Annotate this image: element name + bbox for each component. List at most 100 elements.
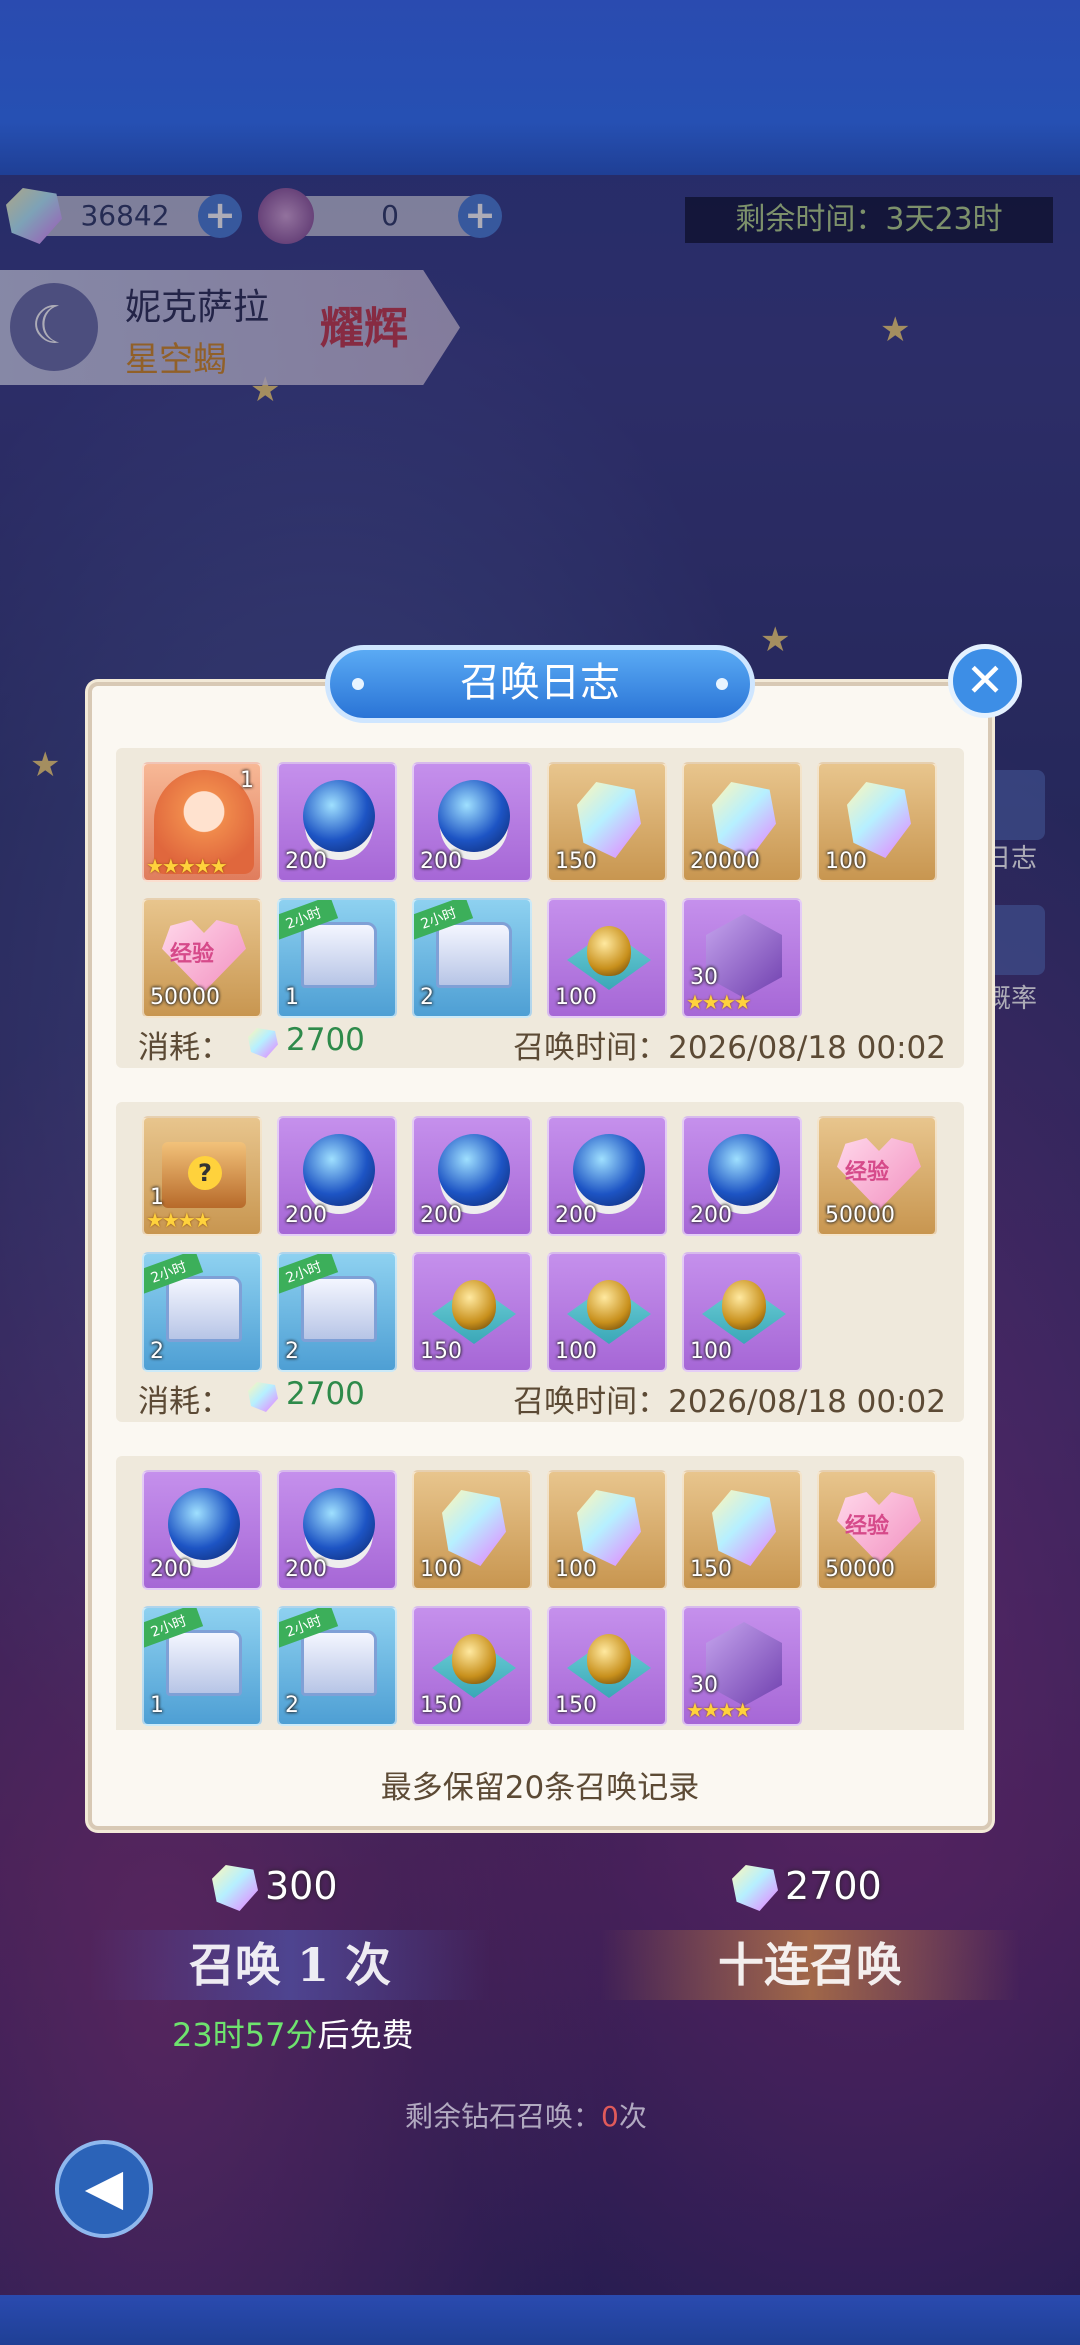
- star-rating: ★★★★★: [146, 854, 228, 878]
- top-band: [0, 0, 1080, 175]
- reward-item[interactable]: 200: [412, 762, 532, 882]
- item-quantity: 50000: [825, 1557, 895, 1582]
- remaining-value: 0: [601, 2100, 619, 2133]
- star-orb-icon: [303, 1488, 375, 1560]
- reward-item[interactable]: 经验 50000: [817, 1116, 937, 1236]
- reward-item[interactable]: 200: [547, 1116, 667, 1236]
- item-quantity: 200: [285, 1557, 327, 1582]
- item-quantity: 100: [825, 849, 867, 874]
- reward-item[interactable]: 2小时 2: [277, 1252, 397, 1372]
- item-quantity: 30: [690, 965, 718, 990]
- remaining-summons: 剩余钻石召唤：0次: [405, 2095, 647, 2135]
- item-quantity: 100: [555, 985, 597, 1010]
- reward-item[interactable]: 200: [277, 762, 397, 882]
- star-orb-icon: [438, 1134, 510, 1206]
- treasure-chest-icon: [301, 922, 377, 988]
- star-orb-icon: [708, 1134, 780, 1206]
- golden-egg-icon: [587, 1634, 631, 1684]
- exp-label: 经验: [845, 1160, 890, 1185]
- item-quantity: 50000: [150, 985, 220, 1010]
- reward-item[interactable]: 100: [817, 762, 937, 882]
- reward-item[interactable]: 200: [412, 1116, 532, 1236]
- reward-item[interactable]: 150: [547, 1606, 667, 1726]
- reward-item[interactable]: 200: [142, 1470, 262, 1590]
- item-quantity: 1: [150, 1693, 164, 1718]
- reward-item[interactable]: 200: [277, 1116, 397, 1236]
- title-ornament: [716, 678, 728, 690]
- treasure-chest-icon: [301, 1630, 377, 1696]
- reward-item[interactable]: 2小时 2: [277, 1606, 397, 1726]
- single-summon-button[interactable]: 召唤 1 次: [90, 1930, 490, 2000]
- reward-item[interactable]: 2小时 2: [142, 1252, 262, 1372]
- item-quantity: 2: [285, 1693, 299, 1718]
- golden-egg-icon: [587, 926, 631, 976]
- reward-item[interactable]: 100: [547, 898, 667, 1018]
- reward-item[interactable]: 150: [412, 1252, 532, 1372]
- item-quantity: 200: [555, 1203, 597, 1228]
- cost-label: 消耗：: [138, 1030, 231, 1066]
- golden-egg-icon: [722, 1280, 766, 1330]
- reward-item[interactable]: 200: [277, 1470, 397, 1590]
- crystal-icon: [577, 782, 641, 858]
- cost-value: 2700: [286, 1376, 365, 1412]
- star-orb-icon: [168, 1488, 240, 1560]
- item-quantity: 200: [420, 1203, 462, 1228]
- item-quantity: 1: [240, 768, 254, 793]
- golden-egg-icon: [452, 1280, 496, 1330]
- gem-icon: [248, 1382, 278, 1412]
- reward-item[interactable]: 150: [682, 1470, 802, 1590]
- reward-item[interactable]: 经验 50000: [817, 1470, 937, 1590]
- reward-item[interactable]: 1 ★★★★★: [142, 762, 262, 882]
- treasure-chest-icon: [166, 1630, 242, 1696]
- retention-note: 最多保留20条召唤记录: [380, 1770, 700, 1806]
- item-quantity: 2: [285, 1339, 299, 1364]
- log-entry: 200 200 100 100 150 经验 50000 2小时 1 2小时 2 150 150 30 ★★…: [116, 1456, 964, 1730]
- item-quantity: 200: [690, 1203, 732, 1228]
- item-quantity: 1: [285, 985, 299, 1010]
- remaining-unit: 次: [618, 2100, 647, 2133]
- ten-summon-button[interactable]: 十连召唤: [600, 1930, 1020, 2000]
- reward-item[interactable]: 150: [547, 762, 667, 882]
- reward-item[interactable]: ? 1 ★★★★: [142, 1116, 262, 1236]
- back-arrow-icon[interactable]: ◀: [55, 2140, 153, 2238]
- item-quantity: 20000: [690, 849, 760, 874]
- reward-item[interactable]: 经验 50000: [142, 898, 262, 1018]
- reward-item[interactable]: 100: [547, 1252, 667, 1372]
- reward-item[interactable]: 2小时 2: [412, 898, 532, 1018]
- star-rating: ★★★★: [686, 990, 752, 1014]
- star-orb-icon: [303, 1134, 375, 1206]
- free-suffix: 后免费: [317, 2016, 414, 2054]
- reward-item[interactable]: 2小时 1: [277, 898, 397, 1018]
- item-quantity: 150: [420, 1339, 462, 1364]
- reward-item[interactable]: 20000: [682, 762, 802, 882]
- reward-item[interactable]: 100: [682, 1252, 802, 1372]
- summon-time: 召唤时间：2026/08/18 00:02: [513, 1030, 946, 1066]
- item-quantity: 200: [150, 1557, 192, 1582]
- reward-item[interactable]: 200: [682, 1116, 802, 1236]
- reward-item[interactable]: 100: [412, 1470, 532, 1590]
- reward-item[interactable]: 30 ★★★★: [682, 1606, 802, 1726]
- golden-egg-icon: [587, 1280, 631, 1330]
- log-list[interactable]: 1 ★★★★★ 200 200 150 20000 100 经验 50000 2小时 1 2小时 2 10…: [112, 740, 968, 1730]
- remaining-label: 剩余钻石召唤：: [405, 2100, 602, 2133]
- reward-item[interactable]: 150: [412, 1606, 532, 1726]
- dialog-title-text: 召唤日志: [460, 660, 620, 706]
- close-icon[interactable]: ✕: [948, 644, 1022, 718]
- star-rating: ★★★★: [686, 1698, 752, 1722]
- reward-item[interactable]: 2小时 1: [142, 1606, 262, 1726]
- cost-value: 2700: [286, 1022, 365, 1058]
- bottom-band: [0, 2295, 1080, 2345]
- star-orb-icon: [303, 780, 375, 852]
- reward-item[interactable]: 100: [547, 1470, 667, 1590]
- treasure-chest-icon: [436, 922, 512, 988]
- reward-item[interactable]: 30 ★★★★: [682, 898, 802, 1018]
- item-quantity: 2: [150, 1339, 164, 1364]
- treasure-chest-icon: [166, 1276, 242, 1342]
- item-quantity: 2: [420, 985, 434, 1010]
- item-quantity: 100: [555, 1339, 597, 1364]
- crystal-icon: [847, 782, 911, 858]
- ten-summon-cost: 2700: [785, 1864, 882, 1908]
- item-quantity: 200: [285, 1203, 327, 1228]
- crystal-icon: [712, 1490, 776, 1566]
- item-quantity: 30: [690, 1673, 718, 1698]
